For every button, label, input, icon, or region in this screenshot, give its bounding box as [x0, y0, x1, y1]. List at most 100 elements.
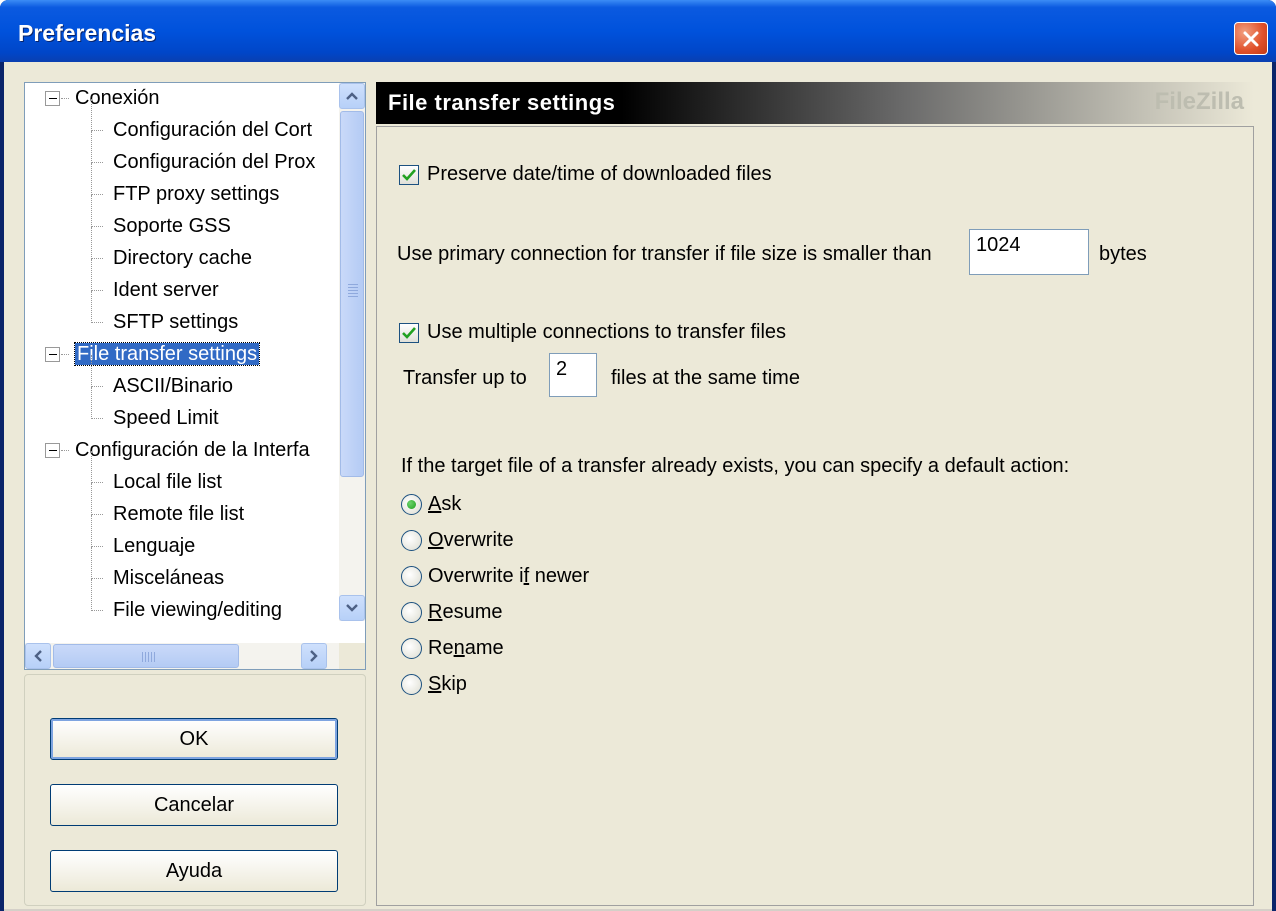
- radio-ask[interactable]: Ask: [401, 493, 461, 516]
- tree-item-label: Configuración del Prox: [113, 151, 316, 173]
- tree-item-label: Configuración de la Interfa: [75, 439, 310, 461]
- radio-rename[interactable]: Rename: [401, 637, 504, 660]
- tree-item[interactable]: Ident server: [91, 259, 219, 305]
- primary-connection-row: Use primary connection for transfer if f…: [397, 243, 932, 266]
- radio-overwrite[interactable]: Overwrite: [401, 529, 514, 552]
- help-button[interactable]: Ayuda: [50, 850, 338, 892]
- tree-item[interactable]: Configuración del Cort: [91, 99, 312, 145]
- close-button[interactable]: [1234, 22, 1268, 55]
- default-action-label: If the target file of a transfer already…: [401, 455, 1070, 477]
- scroll-up-button[interactable]: [339, 83, 365, 109]
- radio-label: Overwrite if newer: [428, 565, 590, 587]
- scroll-thumb-horizontal[interactable]: [53, 644, 239, 668]
- tree-connector: [61, 98, 69, 99]
- grip-icon: [142, 652, 156, 662]
- tree-item[interactable]: Configuración del Prox: [91, 131, 316, 177]
- multiple-connections-label: Use multiple connections to transfer fil…: [427, 321, 787, 343]
- radio-overwrite-if-newer[interactable]: Overwrite if newer: [401, 565, 589, 588]
- radio-label: Skip: [428, 673, 467, 695]
- tree-item[interactable]: ASCII/Binario: [91, 355, 233, 401]
- tree-connector: [61, 450, 69, 451]
- tree-item[interactable]: Configuración de la Interfa: [45, 435, 310, 465]
- radio-button[interactable]: [401, 494, 422, 515]
- collapse-icon[interactable]: [45, 91, 60, 106]
- settings-page: File transfer settings FileZilla Preserv…: [376, 82, 1254, 906]
- tree-item[interactable]: Soporte GSS: [91, 195, 231, 241]
- checkbox-box[interactable]: [399, 164, 419, 185]
- tree-item[interactable]: Conexión: [45, 83, 160, 113]
- radio-button[interactable]: [401, 566, 422, 587]
- title-bar[interactable]: Preferencias: [0, 0, 1276, 62]
- tree-connector: [91, 291, 92, 323]
- tree-item[interactable]: File transfer settings: [45, 339, 261, 369]
- tree-item-label: File viewing/editing: [113, 599, 282, 621]
- preserve-date-label: Preserve date/time of downloaded files: [427, 163, 772, 185]
- window-title: Preferencias: [18, 20, 157, 46]
- radio-button[interactable]: [401, 638, 422, 659]
- preferences-window: Preferencias Conexión Configuración del C…: [0, 0, 1276, 911]
- scroll-left-button[interactable]: [25, 643, 51, 669]
- scroll-right-button[interactable]: [301, 643, 327, 669]
- tree-connector: [91, 226, 103, 227]
- tree-connector: [91, 227, 92, 259]
- tree-connector: [91, 162, 103, 163]
- tree-connector: [91, 355, 92, 387]
- tree-connector: [91, 514, 103, 515]
- preserve-date-checkbox[interactable]: Preserve date/time of downloaded files: [399, 163, 772, 186]
- collapse-icon[interactable]: [45, 443, 60, 458]
- tree-connector: [91, 99, 92, 131]
- collapse-icon[interactable]: [45, 347, 60, 362]
- tree-item-label: Directory cache: [113, 247, 252, 269]
- tree-item-label: Soporte GSS: [113, 215, 231, 237]
- scroll-thumb-vertical[interactable]: [340, 111, 364, 477]
- transfer-up-to-row: Transfer up to: [403, 367, 527, 390]
- tree-item-label: Speed Limit: [113, 407, 219, 429]
- tree-item[interactable]: Remote file list: [91, 483, 244, 529]
- tree-item-label: Conexión: [75, 87, 160, 109]
- radio-resume[interactable]: Resume: [401, 601, 502, 624]
- tree-connector: [91, 482, 103, 483]
- close-icon: [1243, 31, 1259, 46]
- tree-item[interactable]: Local file list: [91, 451, 222, 497]
- tree-connector: [91, 195, 92, 227]
- radio-label: Ask: [428, 493, 462, 515]
- tree-item-label: Lenguaje: [113, 535, 196, 557]
- tree-item-label: File transfer settings: [73, 342, 261, 366]
- tree-item[interactable]: SFTP settings: [91, 291, 239, 337]
- tree-item[interactable]: Speed Limit: [91, 387, 219, 433]
- tree-item[interactable]: Directory cache: [91, 227, 252, 273]
- ok-button[interactable]: OK: [50, 718, 338, 760]
- settings-tree[interactable]: Conexión Configuración del Cort Configurac…: [24, 82, 366, 670]
- tree-item-label: Misceláneas: [113, 567, 225, 589]
- tree-connector: [91, 386, 103, 387]
- tree-horizontal-scrollbar[interactable]: [25, 643, 365, 669]
- radio-skip[interactable]: Skip: [401, 673, 467, 696]
- tree-connector: [91, 546, 103, 547]
- tree-item-label: Configuración del Cort: [113, 119, 312, 141]
- chevron-right-icon: [310, 650, 318, 662]
- radio-button[interactable]: [401, 674, 422, 695]
- dialog-client-area: Conexión Configuración del Cort Configurac…: [4, 62, 1272, 911]
- radio-button[interactable]: [401, 530, 422, 551]
- concurrent-transfers-input[interactable]: 2: [549, 353, 597, 397]
- tree-item-label: SFTP settings: [113, 311, 239, 333]
- tree-vertical-scrollbar[interactable]: [339, 83, 365, 621]
- multiple-connections-checkbox[interactable]: Use multiple connections to transfer fil…: [399, 321, 786, 344]
- primary-connection-label: Use primary connection for transfer if f…: [397, 243, 932, 265]
- checkbox-box[interactable]: [399, 322, 419, 343]
- transfer-suffix-row: files at the same time: [611, 367, 800, 390]
- primary-connection-size-input[interactable]: 1024: [969, 229, 1089, 275]
- cancel-button[interactable]: Cancelar: [50, 784, 338, 826]
- tree-connector: [91, 579, 92, 611]
- tree-item[interactable]: Misceláneas: [91, 547, 225, 593]
- tree-connector: [91, 451, 92, 483]
- tree-item[interactable]: File viewing/editing: [91, 579, 282, 625]
- tree-item[interactable]: Lenguaje: [91, 515, 196, 561]
- tree-connector: [91, 258, 103, 259]
- checkmark-icon: [402, 168, 416, 181]
- scroll-down-button[interactable]: [339, 595, 365, 621]
- tree-connector: [61, 354, 69, 355]
- radio-button[interactable]: [401, 602, 422, 623]
- tree-item[interactable]: FTP proxy settings: [91, 163, 279, 209]
- tree-connector: [91, 610, 103, 611]
